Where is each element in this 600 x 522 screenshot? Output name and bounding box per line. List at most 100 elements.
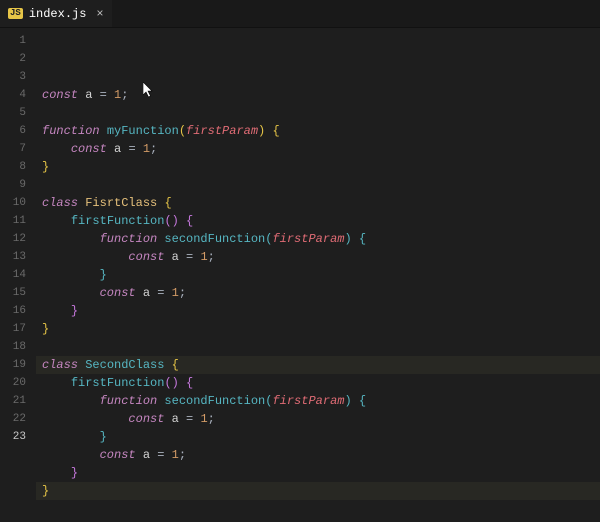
token-punc-b: } (100, 430, 107, 444)
code-line[interactable]: const a = 1; (36, 140, 600, 158)
token-fn: secondFunction (164, 394, 265, 408)
token-semi: ; (208, 250, 215, 264)
code-line[interactable] (36, 176, 600, 194)
line-number: 16 (0, 302, 26, 320)
token-punc: { (272, 124, 279, 138)
code-line[interactable]: const a = 1; (36, 446, 600, 464)
token-punc-m: ) (172, 376, 179, 390)
tab-filename: index.js (29, 7, 87, 21)
token-kw: const (128, 412, 164, 426)
token-ws (164, 286, 171, 300)
line-number: 19 (0, 356, 26, 374)
line-number: 20 (0, 374, 26, 392)
code-line[interactable]: const a = 1; (36, 284, 600, 302)
line-number: 5 (0, 104, 26, 122)
line-number: 22 (0, 410, 26, 428)
code-line[interactable]: class FisrtClass { (36, 194, 600, 212)
token-num: 1 (200, 250, 207, 264)
token-punc-m: { (186, 376, 193, 390)
token-param: firstParam (186, 124, 258, 138)
token-ws (42, 394, 100, 408)
token-semi: ; (179, 448, 186, 462)
token-op: = (100, 88, 107, 102)
line-number: 2 (0, 50, 26, 68)
token-ws (352, 394, 359, 408)
token-ws (42, 286, 100, 300)
token-kw: function (42, 124, 100, 138)
token-ws (164, 250, 171, 264)
line-number: 1 (0, 32, 26, 50)
token-var: a (143, 448, 150, 462)
close-icon[interactable]: × (96, 7, 103, 21)
token-num: 1 (200, 412, 207, 426)
token-kw: function (100, 232, 158, 246)
token-kw: const (128, 250, 164, 264)
token-kw: const (42, 88, 78, 102)
code-line[interactable]: const a = 1; (36, 248, 600, 266)
token-op: = (128, 142, 135, 156)
token-punc-b: { (359, 394, 366, 408)
line-number: 15 (0, 284, 26, 302)
token-kw: const (100, 448, 136, 462)
line-number: 9 (0, 176, 26, 194)
token-ws (42, 304, 71, 318)
token-ws (42, 466, 71, 480)
token-punc: { (172, 358, 179, 372)
token-ws (42, 250, 128, 264)
token-num: 1 (172, 448, 179, 462)
token-punc-m: ) (172, 214, 179, 228)
token-var: a (172, 412, 179, 426)
token-punc: } (42, 322, 49, 336)
token-punc: ( (179, 124, 186, 138)
code-area[interactable]: 1234567891011121314151617181920212223 co… (0, 28, 600, 522)
token-ws (42, 214, 71, 228)
token-punc-m: ( (164, 214, 171, 228)
code-line[interactable]: function myFunction(firstParam) { (36, 122, 600, 140)
token-semi: ; (150, 142, 157, 156)
line-number: 3 (0, 68, 26, 86)
token-punc-m: } (71, 466, 78, 480)
code-line[interactable] (36, 338, 600, 356)
token-ws (136, 142, 143, 156)
token-fn: firstFunction (71, 214, 165, 228)
line-number: 7 (0, 140, 26, 158)
code-line[interactable] (36, 104, 600, 122)
token-fn: secondFunction (164, 232, 265, 246)
line-number: 23 (0, 428, 26, 446)
code-editor: JS index.js × 12345678910111213141516171… (0, 0, 600, 522)
code-lines[interactable]: const a = 1;function myFunction(firstPar… (36, 28, 600, 522)
code-line[interactable]: } (36, 320, 600, 338)
line-number: 10 (0, 194, 26, 212)
js-file-icon: JS (8, 8, 23, 19)
code-line[interactable]: class SecondClass { (36, 356, 600, 374)
code-line[interactable]: const a = 1; (36, 86, 600, 104)
token-punc-m: { (186, 214, 193, 228)
token-fn: firstFunction (71, 376, 165, 390)
code-line[interactable]: firstFunction() { (36, 374, 600, 392)
token-ws (42, 232, 100, 246)
token-punc-b: { (359, 232, 366, 246)
line-number: 14 (0, 266, 26, 284)
code-line[interactable]: firstFunction() { (36, 212, 600, 230)
token-ws (42, 376, 71, 390)
code-line[interactable]: } (36, 428, 600, 446)
code-line[interactable]: function secondFunction(firstParam) { (36, 392, 600, 410)
token-punc: } (42, 484, 49, 498)
code-line[interactable]: } (36, 482, 600, 500)
token-ws (136, 286, 143, 300)
code-line[interactable]: } (36, 302, 600, 320)
token-punc-b: ) (344, 394, 351, 408)
code-line[interactable]: } (36, 266, 600, 284)
code-line[interactable]: function secondFunction(firstParam) { (36, 230, 600, 248)
token-kw: class (42, 196, 78, 210)
token-punc-b: } (100, 268, 107, 282)
token-punc-m: ( (164, 376, 171, 390)
token-ws (164, 358, 171, 372)
code-line[interactable]: } (36, 464, 600, 482)
token-cls: FisrtClass (85, 196, 157, 210)
token-ws (352, 232, 359, 246)
tab-index-js[interactable]: JS index.js × (0, 0, 112, 27)
token-num: 1 (143, 142, 150, 156)
code-line[interactable]: const a = 1; (36, 410, 600, 428)
code-line[interactable]: } (36, 158, 600, 176)
